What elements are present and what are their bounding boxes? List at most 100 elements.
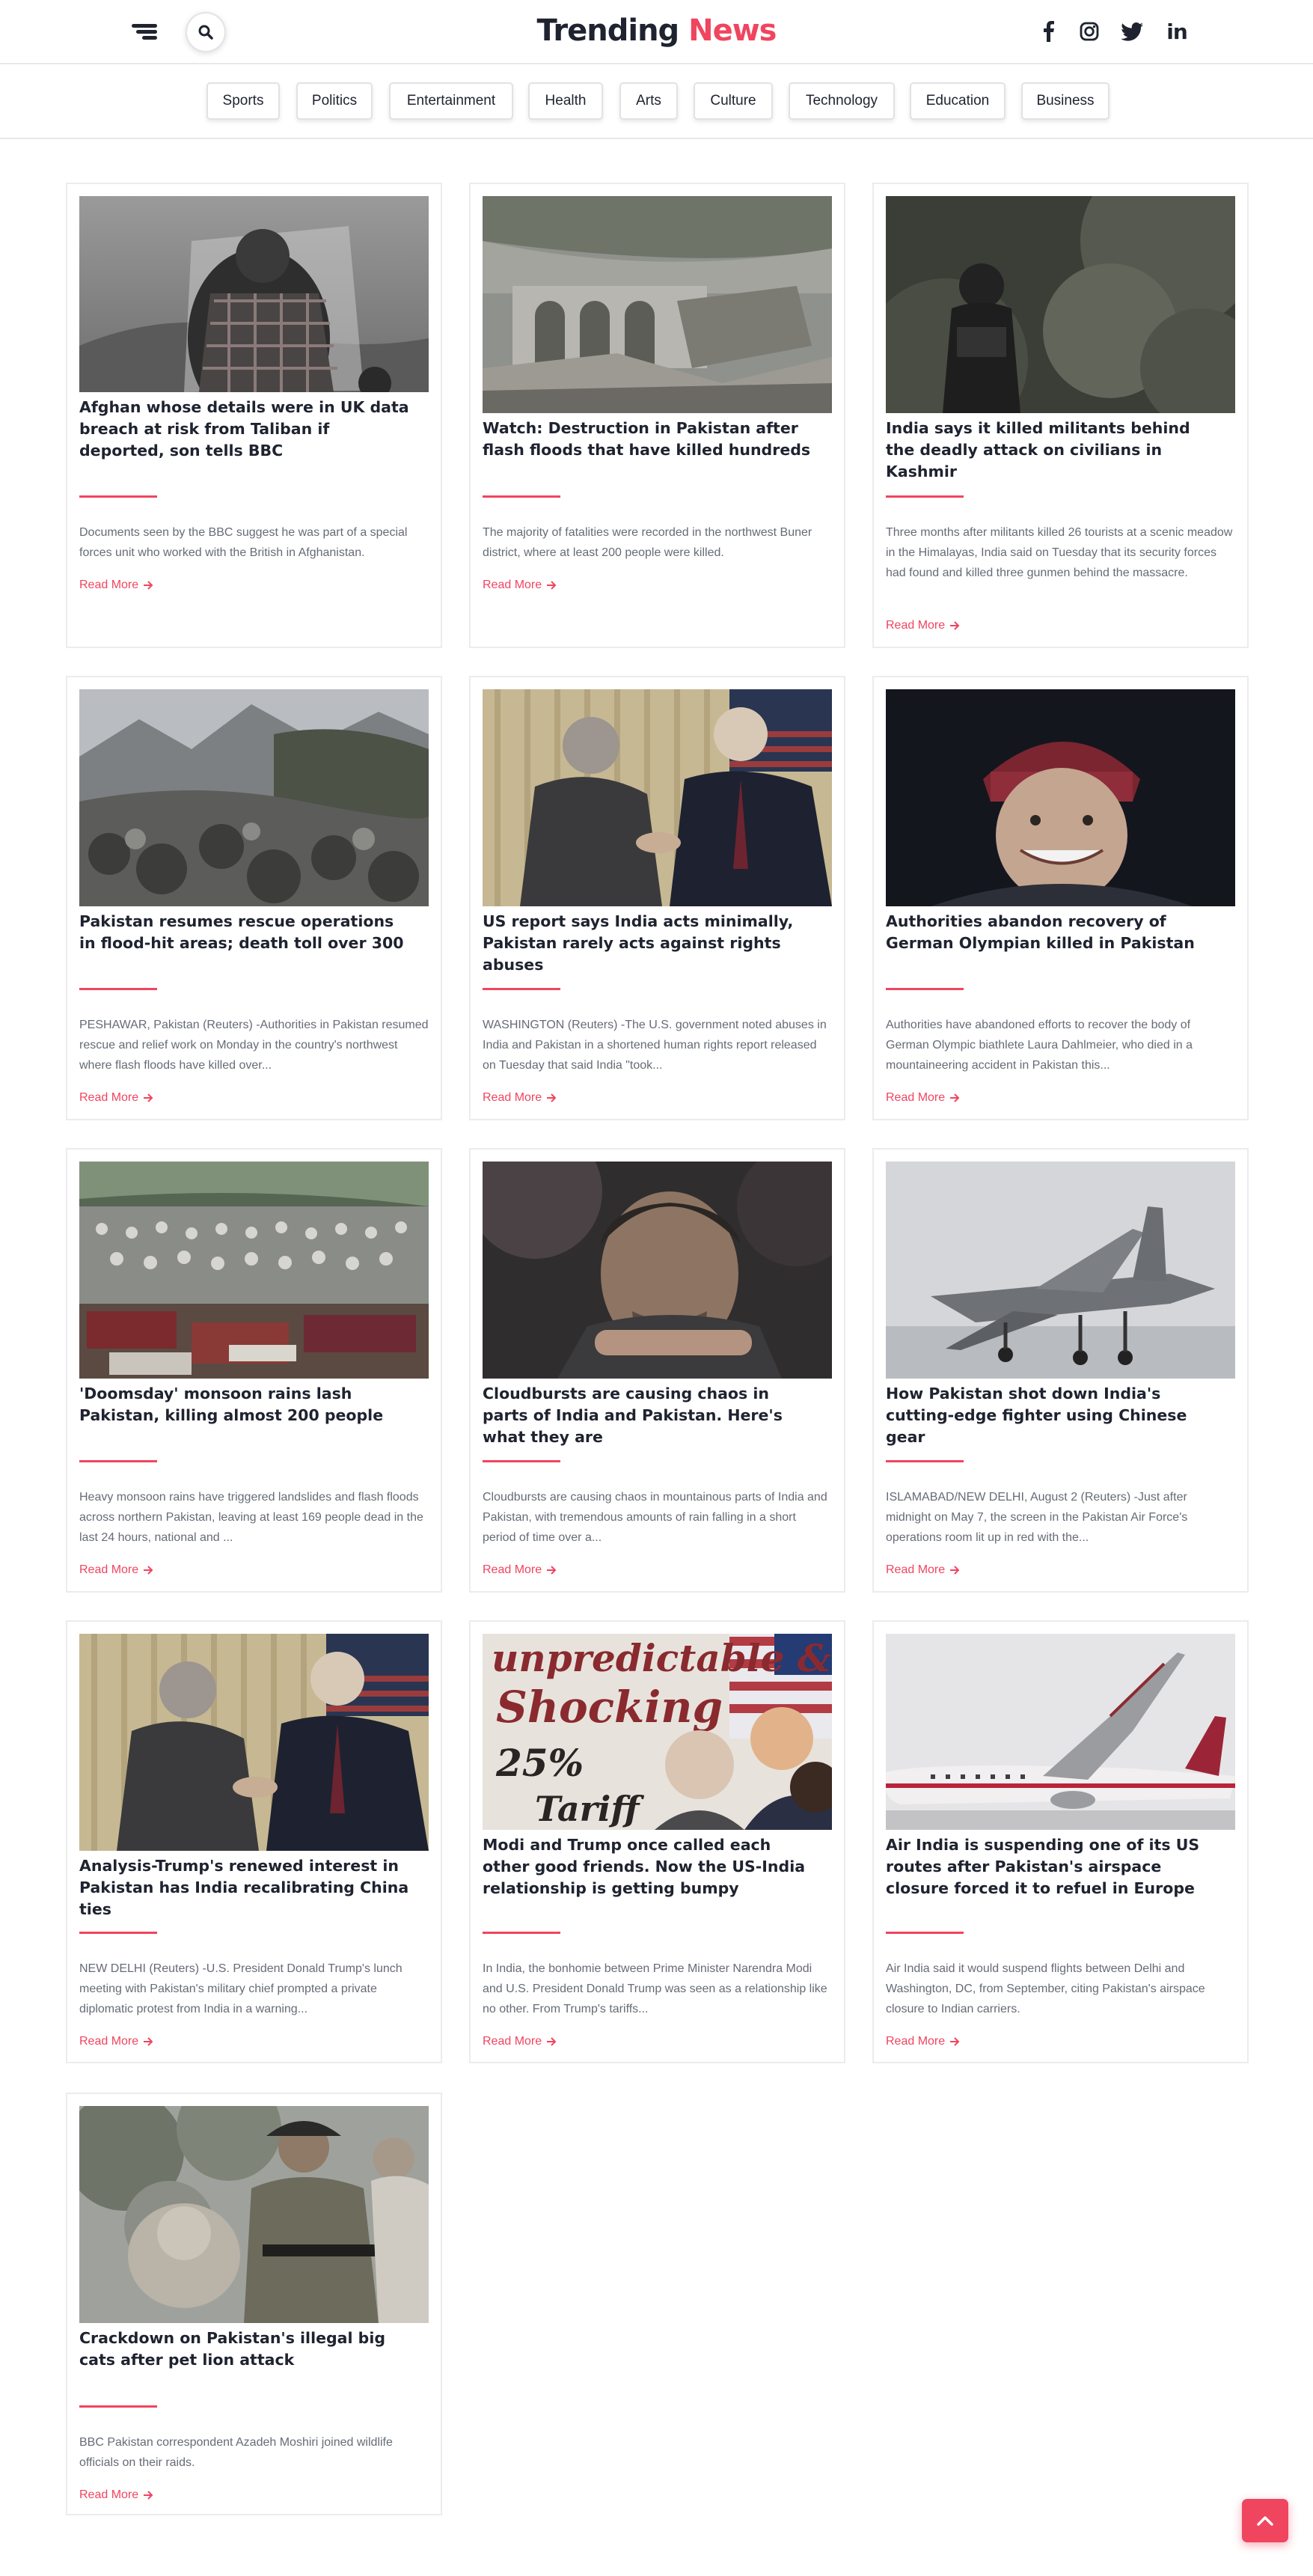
read-more-link[interactable]: Read More xyxy=(483,2033,557,2051)
category-entertainment[interactable]: Entertainment xyxy=(389,82,513,120)
read-more-link[interactable]: Read More xyxy=(79,1561,153,1579)
article-thumbnail[interactable]: unpredictable & Shocking 25% Tariff xyxy=(483,1634,832,1830)
title-divider xyxy=(483,988,560,990)
arrow-right-icon xyxy=(144,1566,153,1575)
article-title[interactable]: Cloudbursts are causing chaos in parts o… xyxy=(483,1383,818,1448)
read-more-link[interactable]: Read More xyxy=(886,1089,960,1107)
article-thumbnail[interactable] xyxy=(483,1162,832,1379)
read-more-label: Read More xyxy=(886,1091,946,1104)
arrow-right-icon xyxy=(950,2037,960,2046)
image-text-tariff: Tariff xyxy=(535,1789,644,1829)
article-excerpt: Three months after militants killed 26 t… xyxy=(886,526,1233,579)
title-divider xyxy=(483,1932,560,1934)
article-title[interactable]: Analysis-Trump's renewed interest in Pak… xyxy=(79,1855,414,1920)
article-thumbnail[interactable] xyxy=(79,196,429,392)
read-more-link[interactable]: Read More xyxy=(79,576,153,594)
arrow-right-icon xyxy=(950,621,960,630)
article-thumbnail[interactable] xyxy=(483,689,832,906)
linkedin-icon[interactable]: in xyxy=(1163,18,1190,45)
article-excerpt: PESHAWAR, Pakistan (Reuters) -Authoritie… xyxy=(79,1019,429,1072)
image-text-percent: 25% xyxy=(495,1741,584,1785)
category-business[interactable]: Business xyxy=(1021,82,1110,120)
article-title[interactable]: US report says India acts minimally, Pak… xyxy=(483,911,818,976)
article-thumbnail[interactable] xyxy=(79,2106,429,2323)
title-divider xyxy=(886,1932,964,1934)
title-divider xyxy=(483,495,560,498)
category-sports[interactable]: Sports xyxy=(206,82,280,120)
article-thumbnail[interactable] xyxy=(886,1162,1235,1379)
article-thumbnail[interactable] xyxy=(79,689,429,906)
read-more-label: Read More xyxy=(483,1563,542,1576)
article-thumbnail[interactable] xyxy=(886,689,1235,906)
read-more-link[interactable]: Read More xyxy=(886,617,960,635)
article-title[interactable]: Air India is suspending one of its US ro… xyxy=(886,1834,1221,1899)
article-thumbnail[interactable] xyxy=(483,196,832,413)
arrow-right-icon xyxy=(547,1566,557,1575)
article-title[interactable]: Watch: Destruction in Pakistan after fla… xyxy=(483,418,818,461)
article-title[interactable]: Crackdown on Pakistan's illegal big cats… xyxy=(79,2328,414,2371)
image-text-shocking: Shocking xyxy=(496,1682,723,1733)
article-thumbnail[interactable] xyxy=(79,1634,429,1851)
category-health[interactable]: Health xyxy=(528,82,603,120)
read-more-link[interactable]: Read More xyxy=(483,1089,557,1107)
arrow-right-icon xyxy=(144,2491,153,2500)
article-title[interactable]: Pakistan resumes rescue operations in fl… xyxy=(79,911,414,954)
site-logo[interactable]: Trending News xyxy=(0,13,1313,48)
title-divider xyxy=(886,495,964,498)
article-excerpt: Authorities have abandoned efforts to re… xyxy=(886,1019,1193,1072)
category-culture[interactable]: Culture xyxy=(694,82,773,120)
read-more-link[interactable]: Read More xyxy=(79,1089,153,1107)
article-thumbnail[interactable] xyxy=(79,1162,429,1379)
read-more-link[interactable]: Read More xyxy=(79,2033,153,2051)
twitter-icon[interactable] xyxy=(1120,18,1144,45)
article-thumbnail[interactable] xyxy=(886,1634,1235,1830)
top-header: Trending News in xyxy=(0,0,1313,64)
back-to-top-button[interactable] xyxy=(1242,2499,1288,2542)
read-more-label: Read More xyxy=(483,2035,542,2048)
article-title[interactable]: India says it killed militants behind th… xyxy=(886,418,1221,483)
category-education[interactable]: Education xyxy=(910,82,1006,120)
title-divider xyxy=(79,2405,157,2408)
article-card: Pakistan resumes rescue operations in fl… xyxy=(66,676,442,1120)
category-arts[interactable]: Arts xyxy=(619,82,678,120)
article-card: Afghan whose details were in UK data bre… xyxy=(66,183,442,648)
article-excerpt: BBC Pakistan correspondent Azadeh Moshir… xyxy=(79,2436,393,2469)
article-card: unpredictable & Shocking 25% Tariff Modi… xyxy=(469,1620,845,2063)
category-politics[interactable]: Politics xyxy=(296,82,373,120)
read-more-link[interactable]: Read More xyxy=(886,2033,960,2051)
article-excerpt: Air India said it would suspend flights … xyxy=(886,1962,1205,2015)
read-more-label: Read More xyxy=(886,619,946,632)
instagram-icon[interactable] xyxy=(1078,18,1101,45)
title-divider xyxy=(79,988,157,990)
arrow-right-icon xyxy=(547,1093,557,1102)
arrow-right-icon xyxy=(547,581,557,590)
article-title[interactable]: 'Doomsday' monsoon rains lash Pakistan, … xyxy=(79,1383,414,1426)
read-more-link[interactable]: Read More xyxy=(483,1561,557,1579)
logo-accent: News xyxy=(688,13,777,48)
article-title[interactable]: Modi and Trump once called each other go… xyxy=(483,1834,818,1899)
read-more-label: Read More xyxy=(483,1091,542,1104)
read-more-link[interactable]: Read More xyxy=(483,576,557,594)
title-divider xyxy=(79,1460,157,1462)
category-technology[interactable]: Technology xyxy=(789,82,895,120)
arrow-right-icon xyxy=(950,1566,960,1575)
article-card: India says it killed militants behind th… xyxy=(872,183,1249,648)
read-more-link[interactable]: Read More xyxy=(886,1561,960,1579)
facebook-icon[interactable] xyxy=(1039,18,1059,45)
read-more-link[interactable]: Read More xyxy=(79,2486,153,2504)
title-divider xyxy=(886,1460,964,1462)
arrow-right-icon xyxy=(144,581,153,590)
arrow-right-icon xyxy=(950,1093,960,1102)
read-more-label: Read More xyxy=(886,1563,946,1576)
read-more-label: Read More xyxy=(79,1091,139,1104)
article-card: Authorities abandon recovery of German O… xyxy=(872,676,1249,1120)
title-divider xyxy=(483,1460,560,1462)
article-thumbnail[interactable] xyxy=(886,196,1235,413)
title-divider xyxy=(79,495,157,498)
read-more-label: Read More xyxy=(483,579,542,591)
article-excerpt: Cloudbursts are causing chaos in mountai… xyxy=(483,1491,827,1544)
article-title[interactable]: How Pakistan shot down India's cutting-e… xyxy=(886,1383,1221,1448)
article-title[interactable]: Authorities abandon recovery of German O… xyxy=(886,911,1221,954)
article-title[interactable]: Afghan whose details were in UK data bre… xyxy=(79,397,414,462)
article-card: Air India is suspending one of its US ro… xyxy=(872,1620,1249,2063)
